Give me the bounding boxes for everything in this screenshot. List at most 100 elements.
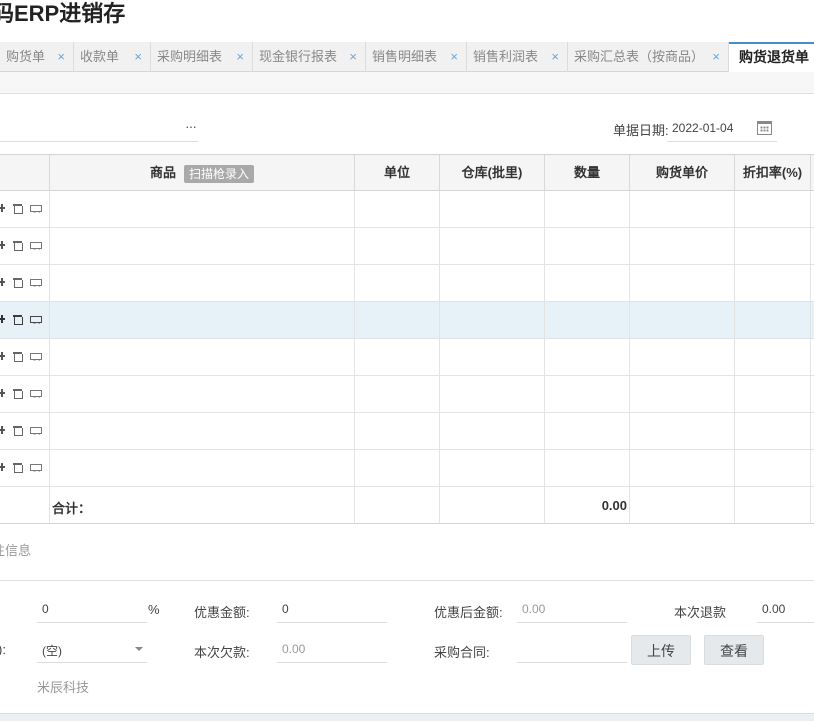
column-header-warehouse: 仓库(批里) (440, 155, 545, 191)
table-row[interactable] (0, 450, 814, 487)
plus-icon[interactable] (0, 424, 12, 438)
tab-label: 现金银行报表 (259, 49, 338, 64)
product-grid: 商品 扫描枪录入 单位 仓库(批里) 数量 购货单价 折扣率(%) 合计： 0.0… (0, 154, 814, 524)
table-row[interactable] (0, 302, 814, 339)
cart-icon[interactable] (29, 202, 42, 216)
plus-icon[interactable] (0, 387, 12, 401)
date-value: 2022-01-04 (672, 121, 734, 135)
cart-icon[interactable] (29, 350, 42, 364)
trash-icon[interactable] (12, 350, 24, 364)
table-row[interactable] (0, 413, 814, 450)
settlement-account-select[interactable]: (空) (37, 637, 147, 663)
close-icon[interactable]: × (551, 42, 559, 72)
column-header-quantity: 数量 (545, 155, 630, 191)
grid-header: 商品 扫描枪录入 单位 仓库(批里) 数量 购货单价 折扣率(%) (0, 154, 814, 191)
discount-amount-input[interactable]: 0 (277, 597, 387, 623)
company-name: 米辰科技 (37, 680, 90, 695)
column-header-unit: 单位 (355, 155, 440, 191)
cart-icon[interactable] (29, 239, 42, 253)
plus-icon[interactable] (0, 313, 12, 327)
column-divider (810, 191, 811, 524)
remark-field[interactable]: 注信息 (0, 540, 31, 559)
tab-purchase-order[interactable]: 购货单 × (0, 42, 74, 72)
divider (0, 580, 814, 581)
trash-icon[interactable] (12, 313, 24, 327)
tab-content-strip (0, 72, 814, 94)
bottom-bar (0, 713, 814, 721)
plus-icon[interactable] (0, 202, 12, 216)
tab-label: 收款单 (80, 49, 120, 64)
owed-input[interactable]: 0.00 (277, 637, 387, 663)
table-row[interactable] (0, 228, 814, 265)
owed-value: 0.00 (282, 642, 306, 656)
trash-icon[interactable] (12, 387, 24, 401)
tab-sales-detail[interactable]: 销售明细表 × (366, 42, 467, 72)
settlement-account-value: (空) (42, 644, 62, 658)
total-label: 合计： (52, 501, 92, 516)
plus-icon[interactable] (0, 276, 12, 290)
cart-icon[interactable] (29, 424, 42, 438)
refund-label: 本次退款 (674, 605, 727, 620)
column-divider (544, 191, 545, 524)
close-icon[interactable]: × (57, 42, 65, 72)
supplier-field[interactable]: ··· (0, 116, 198, 142)
settlement-account-label: ): (0, 642, 6, 657)
plus-icon[interactable] (0, 350, 12, 364)
total-quantity: 0.00 (601, 498, 627, 513)
tab-label: 采购明细表 (157, 49, 223, 64)
trash-icon[interactable] (12, 239, 24, 253)
tab-label: 购货退货单 (739, 49, 809, 65)
trash-icon[interactable] (12, 276, 24, 290)
after-discount-input[interactable]: 0.00 (517, 597, 627, 623)
refund-input[interactable]: 0.00 (757, 597, 814, 623)
contract-input[interactable] (517, 637, 627, 663)
calendar-icon[interactable] (757, 121, 772, 135)
total-row: 合计： 0.00 (0, 487, 814, 524)
percent-sign: % (148, 602, 160, 617)
refund-value: 0.00 (762, 602, 786, 616)
contract-label: 采购合同: (434, 645, 490, 660)
discount-rate-value: 0 (42, 602, 49, 616)
tab-sales-profit[interactable]: 销售利润表 × (467, 42, 568, 72)
table-row[interactable] (0, 265, 814, 302)
trash-icon[interactable] (12, 424, 24, 438)
cart-icon[interactable] (29, 313, 42, 327)
close-icon[interactable]: × (450, 42, 458, 72)
cart-icon[interactable] (29, 276, 42, 290)
table-row[interactable] (0, 376, 814, 413)
tab-receipt[interactable]: 收款单 × (74, 42, 151, 72)
column-divider (439, 191, 440, 524)
tab-bar: 购货单 × 收款单 × 采购明细表 × 现金银行报表 × 销售明细表 × 销售利… (0, 42, 814, 73)
trash-icon[interactable] (12, 461, 24, 475)
plus-icon[interactable] (0, 461, 12, 475)
close-icon[interactable]: × (134, 42, 142, 72)
tab-purchase-summary-by-product[interactable]: 采购汇总表（按商品） × (568, 42, 729, 72)
table-row[interactable] (0, 191, 814, 228)
tab-purchase-detail[interactable]: 采购明细表 × (151, 42, 253, 72)
after-discount-value: 0.00 (522, 602, 546, 616)
column-header-discount-rate: 折扣率(%) (735, 155, 811, 191)
more-button[interactable]: ··· (185, 118, 197, 134)
close-icon[interactable]: × (712, 42, 720, 72)
close-icon[interactable]: × (349, 42, 357, 72)
date-field[interactable]: 2022-01-04 (667, 116, 777, 142)
column-header-product: 商品 扫描枪录入 (50, 155, 355, 191)
column-divider (734, 191, 735, 524)
chevron-down-icon[interactable] (135, 647, 143, 651)
cart-icon[interactable] (29, 461, 42, 475)
trash-icon[interactable] (12, 202, 24, 216)
upload-button[interactable]: 上传 (631, 635, 691, 665)
tab-label: 采购汇总表（按商品） (574, 49, 705, 64)
after-discount-label: 优惠后金额: (434, 605, 503, 620)
table-row[interactable] (0, 339, 814, 376)
discount-rate-input[interactable]: 0 (37, 597, 147, 623)
close-icon[interactable]: × (236, 42, 244, 72)
scan-entry-button[interactable]: 扫描枪录入 (184, 164, 255, 183)
column-divider (629, 191, 630, 524)
plus-icon[interactable] (0, 239, 12, 253)
tab-purchase-return[interactable]: 购货退货单 (729, 42, 814, 73)
view-button[interactable]: 查看 (704, 635, 764, 665)
column-divider (49, 191, 50, 524)
cart-icon[interactable] (29, 387, 42, 401)
tab-cash-bank-report[interactable]: 现金银行报表 × (253, 42, 366, 72)
